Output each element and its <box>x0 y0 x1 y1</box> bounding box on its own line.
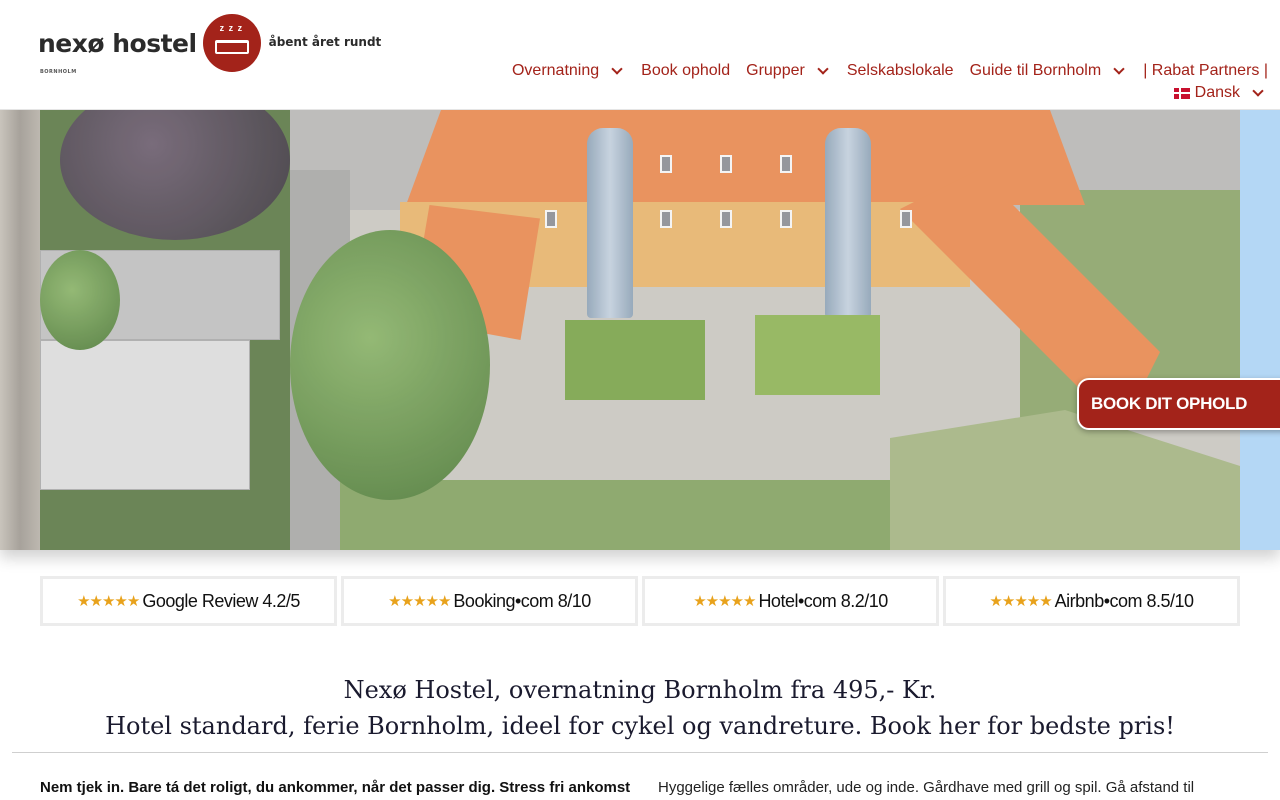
intro-text-right: Hyggelige fælles områder, ude og inde. G… <box>658 779 1195 796</box>
nav-item-book-ophold[interactable]: Book ophold <box>641 62 730 80</box>
review-label: Hotel•com 8.2/10 <box>758 590 888 611</box>
page-title: Nexø Hostel, overnatning Bornholm fra 49… <box>343 676 937 704</box>
nav-label: Book ophold <box>641 62 731 79</box>
nav-item-grupper[interactable]: Grupper <box>746 62 831 80</box>
site-logo[interactable]: nexø hostel BORNHOLM z z z åbent året ru… <box>38 14 382 75</box>
chevron-down-icon[interactable] <box>1252 85 1264 97</box>
nav-item-selskabslokale[interactable]: Selskabslokale <box>847 62 954 80</box>
nav-label: Grupper <box>746 62 805 79</box>
stars-icon: ★★★★★ <box>77 593 140 610</box>
hero-overlay <box>40 110 1240 550</box>
nav-item-guide[interactable]: Guide til Bornholm <box>970 62 1128 80</box>
logo-zzz: z z z <box>219 23 244 33</box>
hero-right-strip <box>1240 110 1280 550</box>
review-hotels[interactable]: ★★★★★ Hotel•com 8.2/10 <box>642 576 939 626</box>
logo-tagline: åbent året rundt <box>268 35 382 49</box>
hero-section <box>0 110 1280 550</box>
logo-name: nexø hostel <box>38 28 197 58</box>
hero-image <box>40 110 1240 550</box>
nav-item-overnatning[interactable]: Overnatning <box>512 62 625 80</box>
language-switcher[interactable]: Dansk <box>1173 84 1266 102</box>
language-label: Dansk <box>1194 84 1240 101</box>
intro-text-left: Nem tjek in. Bare tá det roligt, du anko… <box>40 779 630 796</box>
review-google[interactable]: ★★★★★ Google Review 4.2/5 <box>40 576 337 626</box>
nav-label: Overnatning <box>511 62 600 79</box>
chevron-down-icon[interactable] <box>817 63 829 75</box>
nav-label: Guide til Bornholm <box>969 62 1102 79</box>
stars-icon: ★★★★★ <box>388 593 451 610</box>
review-label: Airbnb•com 8.5/10 <box>1054 590 1194 611</box>
bed-icon <box>214 40 249 54</box>
review-airbnb[interactable]: ★★★★★ Airbnb•com 8.5/10 <box>943 576 1240 626</box>
stars-icon: ★★★★★ <box>989 593 1052 610</box>
divider <box>12 752 1268 753</box>
nav-label: Selskabslokale <box>846 62 954 79</box>
logo-sub: BORNHOLM <box>40 68 77 75</box>
review-label: Google Review 4.2/5 <box>142 590 300 611</box>
nav-item-rabat-partners[interactable]: | Rabat Partners | <box>1143 62 1268 80</box>
main-nav: Overnatning Book ophold Grupper Selskabs… <box>496 62 1268 80</box>
review-bar: ★★★★★ Google Review 4.2/5 ★★★★★ Booking•… <box>40 576 1240 626</box>
page-subtitle: Hotel standard, ferie Bornholm, ideel fo… <box>105 712 1175 740</box>
danish-flag-icon <box>1173 87 1190 99</box>
chevron-down-icon[interactable] <box>1113 63 1125 75</box>
nav-label: | Rabat Partners | <box>1143 62 1268 79</box>
site-header: nexø hostel BORNHOLM z z z åbent året ru… <box>0 0 1280 110</box>
chevron-down-icon[interactable] <box>611 63 623 75</box>
review-label: Booking•com 8/10 <box>453 590 591 611</box>
stars-icon: ★★★★★ <box>693 593 756 610</box>
bed-logo-icon: z z z <box>202 14 261 72</box>
book-stay-button[interactable]: BOOK DIT OPHOLD <box>1077 378 1280 430</box>
review-booking[interactable]: ★★★★★ Booking•com 8/10 <box>341 576 638 626</box>
logo-wordmark: nexø hostel BORNHOLM <box>38 28 197 75</box>
hero-left-strip <box>0 110 40 550</box>
